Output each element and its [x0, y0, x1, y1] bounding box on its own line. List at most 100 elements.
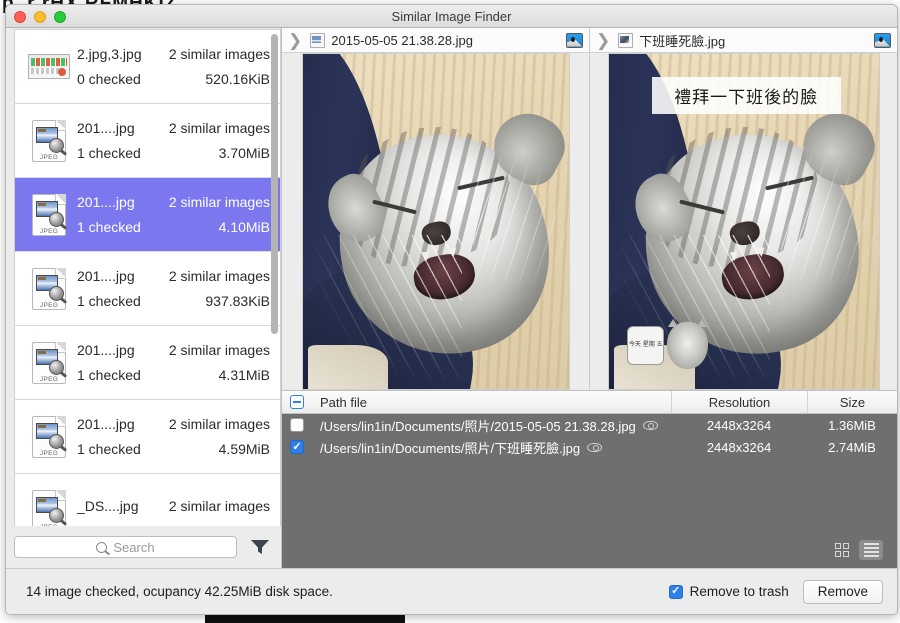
table-header-row: Path file Resolution Size [282, 390, 897, 414]
checkbox-checked-icon [290, 440, 304, 454]
checkbox-mixed-icon [290, 395, 304, 409]
main-panel: ❯ 2015-05-05 21.38.28.jpg ❯ 下班睡死臉.jpg 禮拜… [282, 28, 897, 568]
group-similar-count: 2 similar images [168, 46, 270, 62]
group-name: 201....jpg [77, 120, 135, 136]
row-size: 2.74MiB [828, 439, 876, 455]
checkbox-unchecked-icon [290, 418, 304, 432]
remove-button[interactable]: Remove [802, 579, 883, 604]
preview-image[interactable]: 禮拜一下班後的臉 今天 星期 五 [607, 53, 880, 390]
column-header-size[interactable]: Size [807, 391, 897, 413]
group-size: 4.31MiB [218, 367, 270, 383]
preview-pane-right: ❯ 下班睡死臉.jpg 禮拜一下班後的臉 今天 星期 五 [590, 28, 897, 390]
filter-funnel-icon[interactable] [247, 534, 273, 560]
list-item-selected[interactable]: JPEG 201....jpg 2 similar images 1 check… [15, 178, 280, 252]
sidebar: 2.jpg,3.jpg 2 similar images 0 checked 5… [6, 28, 282, 568]
group-name: 201....jpg [77, 268, 135, 284]
jpeg-file-icon: JPEG [23, 415, 75, 458]
table-row[interactable]: /Users/lin1in/Documents/照片/下班睡死臉.jpg 244… [282, 436, 897, 458]
preview-body[interactable] [282, 53, 589, 390]
window-titlebar: Similar Image Finder [6, 5, 897, 28]
row-size: 1.36MiB [828, 417, 876, 433]
search-placeholder: Search [113, 539, 155, 555]
finder-reveal-icon[interactable] [566, 32, 583, 48]
similar-image-finder-window: Similar Image Finder 2.jpg,3.jpg 2 simil… [5, 4, 898, 615]
list-item-text: 2.jpg,3.jpg 2 similar images 0 checked 5… [75, 46, 270, 87]
similar-group-list[interactable]: 2.jpg,3.jpg 2 similar images 0 checked 5… [14, 29, 281, 526]
preview-header: ❯ 2015-05-05 21.38.28.jpg [282, 28, 589, 53]
list-item-text: 201....jpg 2 similar images 1 checked 4.… [75, 416, 270, 457]
group-size: 4.59MiB [218, 441, 270, 457]
list-item-text: 201....jpg 2 similar images 1 checked 93… [75, 268, 270, 309]
chevron-right-icon[interactable]: ❯ [286, 32, 304, 49]
footer-bar: 14 image checked, ocupancy 42.25MiB disk… [6, 568, 897, 614]
cat-sticker: 今天 星期 五 [627, 319, 719, 369]
list-item[interactable]: JPEG 201....jpg 2 similar images 1 check… [15, 252, 280, 326]
jpeg-file-icon: JPEG [23, 267, 75, 310]
image-caption-text: 禮拜一下班後的臉 [674, 88, 819, 109]
group-size: 3.70MiB [218, 145, 270, 161]
jpeg-file-icon: JPEG [23, 489, 75, 526]
file-path: /Users/lin1in/Documents/照片/下班睡死臉.jpg [320, 440, 581, 456]
group-name: 201....jpg [77, 416, 135, 432]
group-similar-count: 2 similar images [168, 194, 270, 210]
group-similar-count: 2 similar images [168, 498, 270, 514]
list-item[interactable]: JPEG _DS....jpg 2 similar images [15, 474, 280, 526]
list-item-text: _DS....jpg 2 similar images [75, 498, 270, 523]
remove-to-trash-checkbox[interactable]: Remove to trash [668, 584, 789, 599]
desktop-bottom-strip [0, 615, 900, 623]
preview-header: ❯ 下班睡死臉.jpg [590, 28, 897, 53]
window-title: Similar Image Finder [391, 9, 512, 24]
list-item-text: 201....jpg 2 similar images 1 checked 4.… [75, 342, 270, 383]
row-checkbox[interactable] [282, 436, 312, 458]
list-item[interactable]: JPEG 201....jpg 2 similar images 1 check… [15, 104, 280, 178]
search-input[interactable]: Search [14, 536, 237, 558]
list-item-text: 201....jpg 2 similar images 1 checked 4.… [75, 194, 270, 235]
select-all-checkbox[interactable] [282, 391, 312, 413]
status-text: 14 image checked, ocupancy 42.25MiB disk… [26, 584, 333, 599]
group-checked-count: 1 checked [77, 441, 141, 457]
row-path-cell: /Users/lin1in/Documents/照片/下班睡死臉.jpg [312, 436, 671, 458]
jpeg-file-icon: JPEG [23, 119, 75, 162]
preview-title: 2015-05-05 21.38.28.jpg [331, 32, 473, 48]
group-similar-count: 2 similar images [168, 268, 270, 284]
list-item[interactable]: JPEG 201....jpg 2 similar images 1 check… [15, 326, 280, 400]
list-item-text: 201....jpg 2 similar images 1 checked 3.… [75, 120, 270, 161]
column-header-resolution[interactable]: Resolution [671, 391, 807, 413]
grid-view-icon[interactable] [830, 540, 854, 560]
group-checked-count: 1 checked [77, 219, 141, 235]
group-similar-count: 2 similar images [168, 416, 270, 432]
eye-icon[interactable] [642, 420, 658, 430]
group-similar-count: 2 similar images [168, 342, 270, 358]
sidebar-scrollbar[interactable] [271, 34, 278, 334]
eye-icon[interactable] [587, 442, 603, 452]
list-item[interactable]: 2.jpg,3.jpg 2 similar images 0 checked 5… [15, 30, 280, 104]
table-row[interactable]: /Users/lin1in/Documents/照片/2015-05-05 21… [282, 414, 897, 436]
group-size: 520.16KiB [205, 71, 270, 87]
group-size: 4.10MiB [218, 219, 270, 235]
image-file-icon [310, 32, 326, 48]
dock-strip [205, 615, 405, 623]
group-name: 201....jpg [77, 342, 135, 358]
preview-image[interactable] [301, 53, 570, 390]
search-row: Search [6, 526, 281, 568]
jpeg-file-icon: JPEG [23, 341, 75, 384]
chevron-right-icon[interactable]: ❯ [594, 32, 612, 49]
remove-to-trash-label: Remove to trash [689, 584, 789, 599]
group-name: 2.jpg,3.jpg [77, 46, 142, 62]
photo-thumbnail-icon [23, 54, 75, 79]
finder-reveal-icon[interactable] [874, 32, 891, 48]
checkbox-checked-icon [668, 584, 683, 599]
preview-body[interactable]: 禮拜一下班後的臉 今天 星期 五 [590, 53, 897, 390]
group-checked-count: 1 checked [77, 367, 141, 383]
list-item[interactable]: JPEG 201....jpg 2 similar images 1 check… [15, 400, 280, 474]
preview-title: 下班睡死臉.jpg [639, 33, 726, 49]
row-checkbox[interactable] [282, 414, 312, 436]
group-size: 937.83KiB [205, 293, 270, 309]
preview-area: ❯ 2015-05-05 21.38.28.jpg ❯ 下班睡死臉.jpg 禮拜… [282, 28, 897, 390]
preview-pane-left: ❯ 2015-05-05 21.38.28.jpg [282, 28, 590, 390]
list-view-icon[interactable] [859, 540, 883, 560]
group-checked-count: 0 checked [77, 71, 141, 87]
group-checked-count: 1 checked [77, 293, 141, 309]
file-path: /Users/lin1in/Documents/照片/2015-05-05 21… [320, 418, 636, 434]
column-header-path[interactable]: Path file [312, 391, 671, 413]
